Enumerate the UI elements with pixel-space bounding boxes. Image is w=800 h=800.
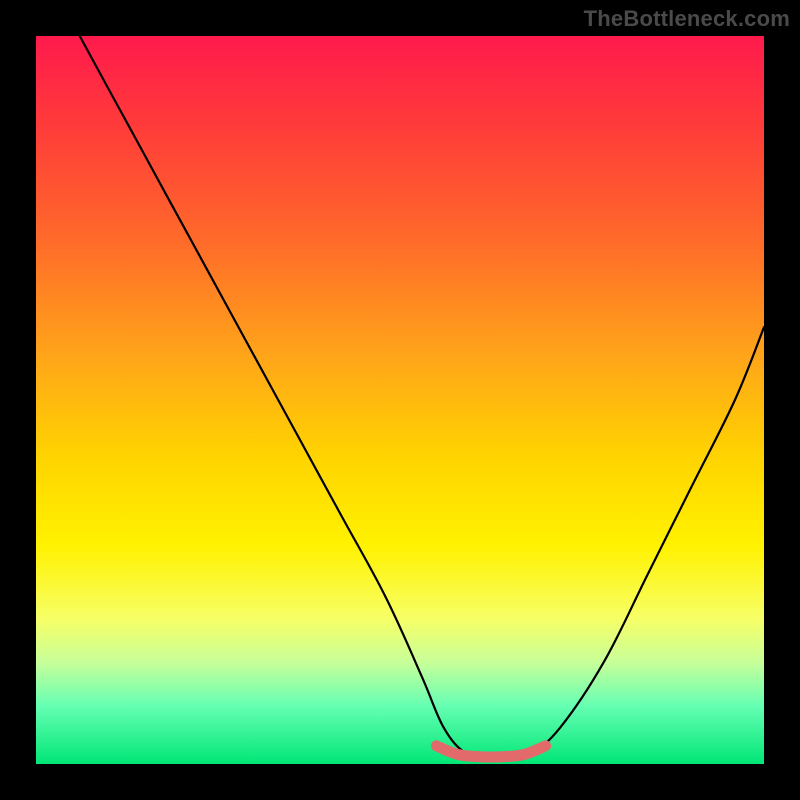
chart-frame: TheBottleneck.com: [0, 0, 800, 800]
bottleneck-curve: [80, 36, 764, 757]
watermark-text: TheBottleneck.com: [584, 6, 790, 32]
chart-svg: [36, 36, 764, 764]
chart-plot-area: [36, 36, 764, 764]
optimal-segment: [436, 746, 545, 757]
